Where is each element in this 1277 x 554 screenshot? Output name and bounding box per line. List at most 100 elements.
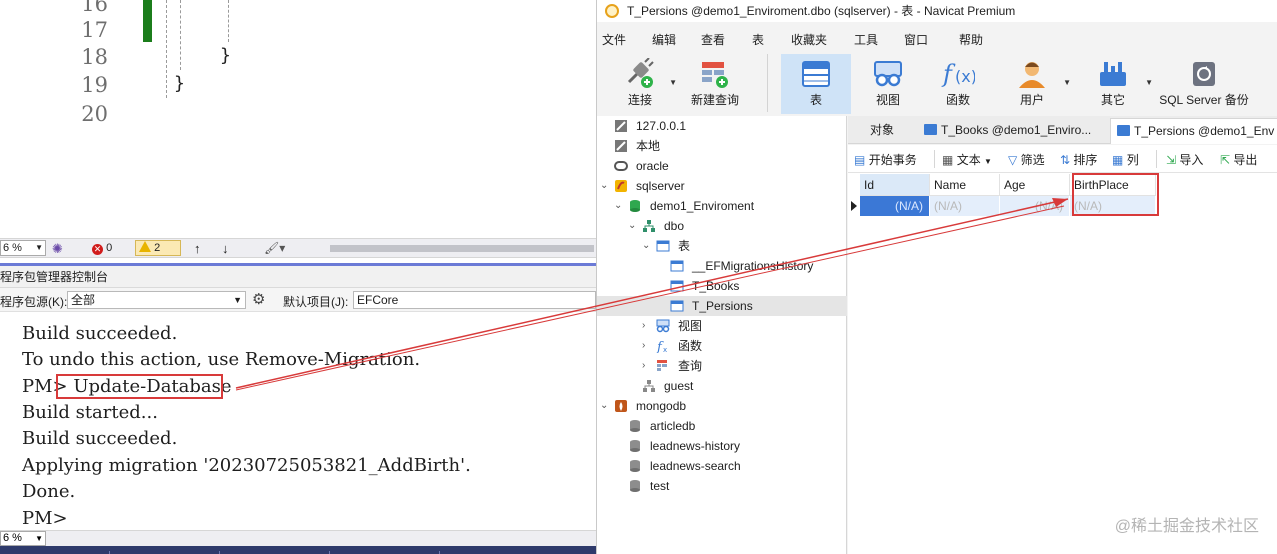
tools-icon <box>1096 58 1130 90</box>
console-line: Build succeeded. <box>22 323 178 344</box>
tree-item-oracle[interactable]: oracle <box>597 156 847 176</box>
tree-item-queries[interactable]: › 查询 <box>597 356 847 376</box>
tab-t-books[interactable]: T_Books @demo1_Enviro... <box>918 118 1108 144</box>
cell-id[interactable]: (N/A) <box>860 196 930 216</box>
brush-icon[interactable]: 🖌▾ <box>264 241 285 256</box>
bottom-tool-tabs <box>0 546 596 554</box>
tree-item-demo1-enviroment[interactable]: ⌄ demo1_Enviroment <box>597 196 847 216</box>
sort-button[interactable]: ⇅ 排序 <box>1060 151 1097 168</box>
tree-item-leadnews-history[interactable]: leadnews-history <box>597 436 847 456</box>
arrow-up-icon[interactable]: ↑ <box>194 241 201 256</box>
errors-indicator[interactable]: ✕ 0 <box>92 241 112 256</box>
filter-button[interactable]: ▽ 筛选 <box>1008 151 1045 168</box>
chevron-down-icon[interactable]: ⌄ <box>614 196 622 216</box>
navicat-window: T_Persions @demo1_Enviroment.dbo (sqlser… <box>596 0 1277 554</box>
tree-item-functions[interactable]: › fx 函数 <box>597 336 847 356</box>
cell-name[interactable]: (N/A) <box>930 196 1000 216</box>
table-icon <box>670 300 684 312</box>
code-editor[interactable]: 16 17 18 19 20 } } <box>0 0 596 238</box>
tree-item-tables[interactable]: ⌄ 表 <box>597 236 847 256</box>
tree-item-views[interactable]: › 视图 <box>597 316 847 336</box>
svg-text:(x): (x) <box>955 67 975 86</box>
toolbar-separator <box>767 54 768 112</box>
export-button[interactable]: ⇱ 导出 <box>1220 151 1257 168</box>
chevron-down-icon: ▼ <box>669 78 677 87</box>
column-header-id[interactable]: Id <box>860 174 930 196</box>
console-zoom-select[interactable]: 6 % ▼ <box>0 531 46 546</box>
screenshot-root: 16 17 18 19 20 } } 6 % ▼ ✺ ✕ 0 2 ↑ ↓ 🖌▾ 程… <box>0 0 1277 554</box>
column-header-age[interactable]: Age <box>1000 174 1070 196</box>
new-query-button[interactable]: 新建查询 <box>685 54 745 114</box>
default-project-select[interactable]: EFCore <box>353 291 596 309</box>
tree-item-leadnews-search[interactable]: leadnews-search <box>597 456 847 476</box>
view-icon <box>656 319 670 333</box>
columns-button[interactable]: ▦ 列 <box>1112 151 1139 168</box>
chevron-down-icon[interactable]: ⌄ <box>600 396 608 416</box>
table-button[interactable]: 表 <box>781 54 851 114</box>
chevron-down-icon: ▼ <box>35 243 43 252</box>
menu-tools[interactable]: 工具 <box>854 31 878 48</box>
tree-item-dbo[interactable]: ⌄ dbo <box>597 216 847 236</box>
warnings-indicator[interactable]: 2 <box>135 240 181 256</box>
horizontal-scrollbar[interactable] <box>330 245 594 252</box>
view-button[interactable]: 视图 <box>853 54 923 114</box>
mongodb-icon <box>615 400 627 412</box>
tree-item-local[interactable]: 本地 <box>597 136 847 156</box>
function-button[interactable]: f (x) 函数 <box>925 54 991 114</box>
window-title-bar: T_Persions @demo1_Enviroment.dbo (sqlser… <box>597 0 1277 22</box>
chevron-down-icon[interactable]: ⌄ <box>600 176 608 196</box>
tab-t-persions[interactable]: T_Persions @demo1_Env <box>1110 118 1277 144</box>
chevron-down-icon[interactable]: ⌄ <box>628 216 636 236</box>
text-view-button[interactable]: ▦ 文本 ▼ <box>942 151 992 168</box>
tree-item-test[interactable]: test <box>597 476 847 496</box>
mongo-database-icon <box>630 460 640 472</box>
gear-icon[interactable]: ⚙ <box>252 292 265 308</box>
menu-window[interactable]: 窗口 <box>904 31 928 48</box>
connect-button[interactable]: 连接 ▼ <box>609 54 677 114</box>
tree-item-127-0-0-1[interactable]: 127.0.0.1 <box>597 116 847 136</box>
user-button[interactable]: 用户 ▼ <box>997 54 1071 114</box>
others-button[interactable]: 其它 ▼ <box>1081 54 1153 114</box>
menu-bar: 文件 编辑 查看 表 收藏夹 工具 窗口 帮助 <box>597 28 1277 48</box>
editor-status-bar: 6 % ▼ ✺ ✕ 0 2 ↑ ↓ 🖌▾ <box>0 238 596 258</box>
tree-item-sqlserver[interactable]: ⌄ sqlserver <box>597 176 847 196</box>
chevron-right-icon[interactable]: › <box>642 356 645 376</box>
menu-edit[interactable]: 编辑 <box>652 31 676 48</box>
arrow-down-icon[interactable]: ↓ <box>222 241 229 256</box>
navicat-app-icon <box>605 4 619 18</box>
menu-favorites[interactable]: 收藏夹 <box>791 31 827 48</box>
sqlserver-backup-button[interactable]: SQL Server 备份 <box>1155 54 1253 114</box>
column-header-name[interactable]: Name <box>930 174 1000 196</box>
oracle-icon <box>614 161 628 171</box>
schema-icon <box>643 220 655 232</box>
tree-item-efmigrationshistory[interactable]: __EFMigrationsHistory <box>597 256 847 276</box>
tab-objects[interactable]: 对象 <box>864 118 924 144</box>
column-highlight-box <box>1072 173 1159 216</box>
cell-age[interactable]: (N/A) <box>1000 196 1070 216</box>
begin-transaction-button[interactable]: ▤ 开始事务 <box>854 151 917 168</box>
zoom-select[interactable]: 6 % ▼ <box>0 240 46 256</box>
chevron-down-icon[interactable]: ⌄ <box>642 236 650 256</box>
menu-help[interactable]: 帮助 <box>959 31 983 48</box>
tree-item-t-books[interactable]: T_Books <box>597 276 847 296</box>
connection-tree[interactable]: 127.0.0.1 本地 oracle ⌄ sqlserver ⌄ demo1_… <box>597 116 847 554</box>
menu-table[interactable]: 表 <box>752 31 764 48</box>
text-icon: ▦ <box>942 153 954 167</box>
tree-item-mongodb[interactable]: ⌄ mongodb <box>597 396 847 416</box>
menu-file[interactable]: 文件 <box>602 31 626 48</box>
tree-item-articledb[interactable]: articledb <box>597 416 847 436</box>
chevron-right-icon[interactable]: › <box>642 316 645 336</box>
tree-item-t-persions[interactable]: T_Persions <box>597 296 847 316</box>
data-grid[interactable]: Id Name Age BirthPlace (N/A) (N/A) (N/A)… <box>848 173 1277 554</box>
command-highlight-box <box>56 374 223 399</box>
import-button[interactable]: ⇲ 导入 <box>1166 151 1203 168</box>
query-icon <box>657 360 667 371</box>
console-line: To undo this action, use Remove-Migratio… <box>22 349 421 370</box>
package-source-select[interactable]: 全部 ▼ <box>67 291 246 309</box>
chevron-right-icon[interactable]: › <box>642 336 645 356</box>
data-grid-toolbar: ▤ 开始事务 ▦ 文本 ▼ ▽ 筛选 ⇅ 排序 ▦ 列 ⇲ 导入 ⇱ 导出 <box>848 145 1277 173</box>
tree-item-guest[interactable]: guest <box>597 376 847 396</box>
intellicode-icon[interactable]: ✺ <box>52 241 63 256</box>
sort-icon: ⇅ <box>1060 153 1071 167</box>
menu-view[interactable]: 查看 <box>701 31 725 48</box>
